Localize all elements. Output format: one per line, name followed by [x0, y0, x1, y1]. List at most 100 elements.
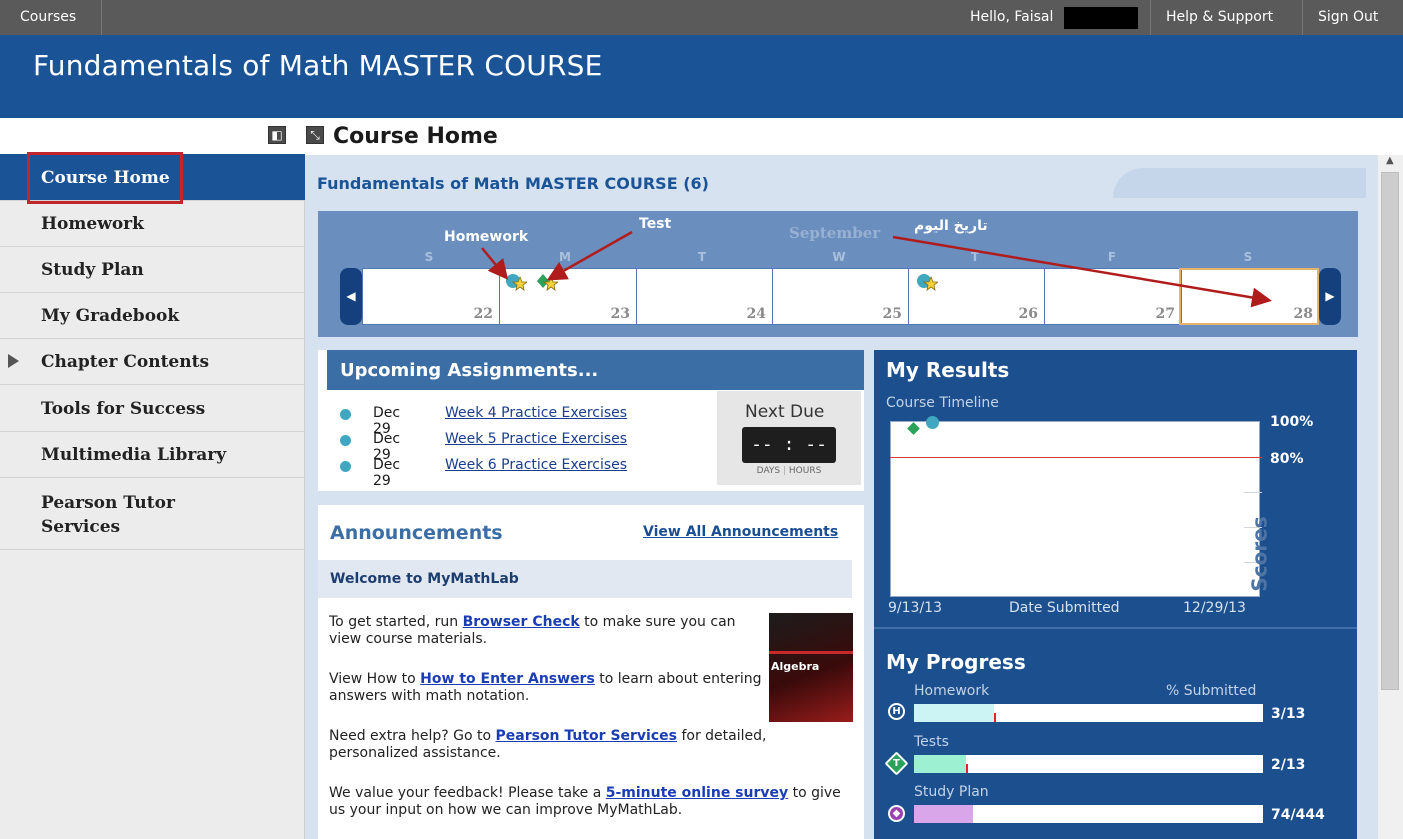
day-number: 24 [746, 306, 766, 322]
x-axis-end: 12/29/13 [1183, 600, 1246, 616]
sidebar-item-label: Study Plan [41, 260, 144, 280]
course-heading: Fundamentals of Math MASTER COURSE (6) [317, 174, 709, 193]
calendar-day[interactable]: 27 [1045, 269, 1182, 324]
label-100: 100% [1270, 414, 1314, 430]
calendar-day[interactable]: 25 [773, 269, 909, 324]
progress-fill [914, 704, 994, 722]
test-assignment-icon[interactable] [536, 272, 558, 292]
sidebar-item-study-plan[interactable]: Study Plan [0, 247, 305, 293]
threshold-line [890, 457, 1262, 458]
welcome-heading: Welcome to MyMathLab [330, 571, 519, 587]
annotation-test: Test [639, 216, 672, 232]
next-week-button[interactable]: ▶ [1319, 268, 1341, 325]
sidebar-item-label: Chapter Contents [41, 352, 210, 372]
online-survey-link[interactable]: 5-minute online survey [606, 785, 788, 801]
progress-value: 3/13 [1271, 706, 1306, 722]
text: Need extra help? Go to [329, 728, 496, 744]
tab-decoration [1113, 168, 1366, 198]
scroll-up-icon[interactable]: ▲ [1386, 155, 1394, 166]
sidebar-item-label: Tools for Success [41, 399, 206, 419]
progress-value: 2/13 [1271, 757, 1306, 773]
annotation-homework: Homework [444, 229, 529, 245]
day-number: 26 [1018, 306, 1038, 322]
label-80: 80% [1270, 451, 1304, 467]
next-due-label: Next Due [745, 402, 825, 422]
calendar-day[interactable]: 24 [637, 269, 773, 324]
day-number: 27 [1155, 306, 1175, 322]
progress-label: Homework [914, 683, 990, 699]
top-bar: Courses Hello, Faisal Help & Support Sig… [0, 0, 1403, 35]
page-title: Course Home [333, 124, 498, 149]
study-plan-progress-bar [914, 805, 1263, 823]
progress-fill [914, 755, 966, 773]
highlight-box [27, 152, 183, 204]
day-of-week: S [1243, 250, 1253, 264]
sidebar-item-pearson-tutor[interactable]: Pearson Tutor Services [0, 478, 305, 550]
scores-plot [890, 421, 1260, 597]
day-of-week: M [559, 250, 571, 264]
announcement-paragraph: To get started, run Browser Check to mak… [329, 614, 769, 648]
bullet-icon [340, 461, 351, 472]
pearson-tutor-link[interactable]: Pearson Tutor Services [495, 728, 677, 744]
text: View How to [329, 671, 421, 687]
text: We value your feedback! Please take a [329, 785, 606, 801]
bullet-icon [340, 435, 351, 446]
my-progress-title: My Progress [886, 650, 1026, 674]
expand-triangle-icon [8, 354, 19, 368]
help-support-link[interactable]: Help & Support [1154, 0, 1285, 35]
tests-progress-bar [914, 755, 1263, 773]
popout-icon[interactable]: ⤡ [306, 126, 324, 144]
sidebar-item-label: Pearson Tutor Services [41, 493, 175, 537]
sidebar-item-gradebook[interactable]: My Gradebook [0, 293, 305, 339]
x-axis-start: 9/13/13 [888, 600, 942, 616]
progress-value: 74/444 [1271, 807, 1325, 823]
my-results-title: My Results [886, 358, 1010, 382]
homework-assignment-icon[interactable] [916, 272, 938, 292]
day-number: 23 [610, 306, 630, 322]
progress-marker [966, 764, 968, 773]
sidebar-item-label: My Gradebook [41, 306, 180, 326]
assignment-link[interactable]: Week 5 Practice Exercises [445, 431, 627, 447]
sidebar-item-multimedia-library[interactable]: Multimedia Library [0, 432, 305, 478]
progress-fill [914, 805, 973, 823]
homework-progress-icon: H [888, 703, 905, 720]
course-title: Fundamentals of Math MASTER COURSE [33, 49, 603, 82]
view-all-announcements-link[interactable]: View All Announcements [643, 524, 838, 540]
study-plan-progress-icon: ◆ [888, 805, 905, 822]
browser-check-link[interactable]: Browser Check [463, 614, 580, 630]
upcoming-title: Upcoming Assignments... [327, 350, 864, 390]
assignment-link[interactable]: Week 6 Practice Exercises [445, 457, 627, 473]
icon-glyph: T [893, 757, 900, 769]
divider [874, 627, 1357, 638]
course-banner: Fundamentals of Math MASTER COURSE [0, 35, 1403, 118]
day-of-week: F [1107, 250, 1117, 264]
announcement-paragraph: View How to How to Enter Answers to lear… [329, 671, 769, 705]
assignment-link[interactable]: Week 4 Practice Exercises [445, 405, 627, 421]
annotation-today: تاريخ اليوم [914, 218, 988, 234]
homework-assignment-icon[interactable] [505, 272, 527, 292]
scores-axis-label: Scores [1247, 516, 1272, 592]
progress-label: Study Plan [914, 784, 989, 800]
homework-score-point[interactable] [926, 416, 939, 429]
days-label: DAYS [756, 466, 781, 476]
sign-out-link[interactable]: Sign Out [1306, 0, 1390, 35]
divider [101, 0, 102, 35]
sidebar-item-tools-for-success[interactable]: Tools for Success [0, 385, 305, 432]
calendar-day[interactable]: 22 [363, 269, 500, 324]
hours-label: HOURS [788, 466, 822, 476]
day-of-week: T [970, 250, 980, 264]
scroll-thumb[interactable] [1381, 172, 1399, 690]
courses-link[interactable]: Courses [8, 0, 88, 35]
calendar-month: September [789, 224, 881, 242]
bullet-icon [340, 409, 351, 420]
countdown-units: DAYS | HOURS [756, 466, 822, 476]
sidebar-item-homework[interactable]: Homework [0, 201, 305, 247]
announcement-paragraph: Need extra help? Go to Pearson Tutor Ser… [329, 728, 859, 762]
collapse-sidebar-icon[interactable]: ◧ [268, 126, 286, 144]
sidebar-item-chapter-contents[interactable]: Chapter Contents [0, 339, 305, 385]
sidebar: Course Home Homework Study Plan My Grade… [0, 154, 305, 839]
divider [1302, 0, 1303, 35]
enter-answers-link[interactable]: How to Enter Answers [420, 671, 595, 687]
day-number: 25 [882, 306, 902, 322]
prev-week-button[interactable]: ◀ [340, 268, 362, 325]
